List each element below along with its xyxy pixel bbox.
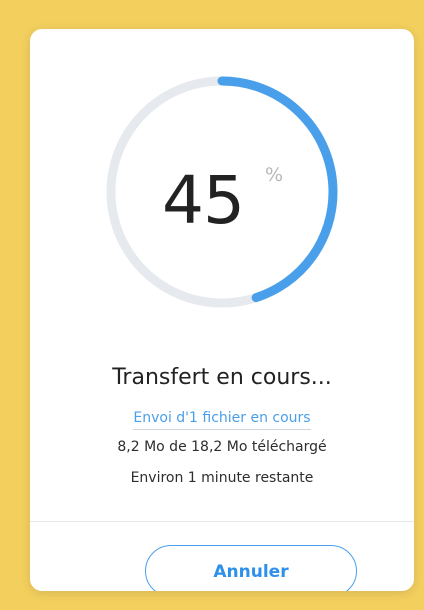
progress-percentage: 45 % (162, 162, 312, 262)
sending-status: Envoi d'1 fichier en cours (30, 407, 414, 430)
percent-sign: % (265, 164, 284, 186)
downloaded-amount: 8,2 Mo de 18,2 Mo téléchargé (117, 439, 327, 455)
sending-status-link[interactable]: Envoi d'1 fichier en cours (133, 409, 311, 430)
divider (30, 521, 414, 522)
cancel-button[interactable]: Annuler (145, 545, 357, 591)
transfer-dialog: 45 % Transfert en cours... Envoi d'1 fic… (30, 29, 414, 591)
transfer-title: Transfert en cours... (112, 365, 332, 390)
time-remaining: Environ 1 minute restante (130, 470, 314, 486)
progress-value: 45 (162, 162, 245, 239)
